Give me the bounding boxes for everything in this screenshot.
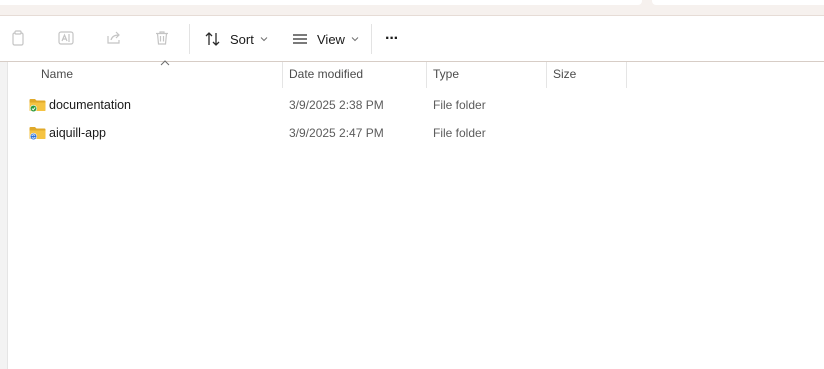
address-field[interactable] — [0, 0, 642, 5]
sort-ascending-icon — [160, 60, 170, 66]
file-type: File folder — [433, 98, 486, 112]
share-icon[interactable] — [104, 28, 124, 48]
file-date-modified: 3/9/2025 2:47 PM — [289, 126, 384, 140]
column-header-row: Name Date modified Type Size — [8, 60, 824, 88]
toolbar-divider — [189, 24, 190, 54]
search-field[interactable] — [652, 0, 824, 5]
more-icon: ··· — [385, 30, 399, 47]
chevron-down-icon — [351, 36, 359, 42]
sort-label: Sort — [230, 31, 254, 47]
file-date-modified: 3/9/2025 2:38 PM — [289, 98, 384, 112]
delete-icon[interactable] — [152, 28, 172, 48]
column-header-type[interactable]: Type — [433, 62, 459, 88]
address-bar-strip — [0, 0, 824, 16]
sort-button[interactable]: Sort — [204, 28, 268, 50]
column-header-name[interactable]: Name — [41, 62, 73, 88]
file-row[interactable]: aiquill-app 3/9/2025 2:47 PM File folder — [8, 119, 824, 147]
view-icon — [293, 34, 307, 44]
folder-syncing-icon — [29, 127, 46, 141]
file-row[interactable]: documentation 3/9/2025 2:38 PM File fold… — [8, 91, 824, 119]
copy-icon[interactable] — [8, 28, 28, 48]
column-resize-handle[interactable] — [282, 62, 283, 88]
more-options-button[interactable]: ··· — [385, 28, 399, 50]
sort-icon — [205, 32, 220, 46]
folder-synced-icon — [29, 99, 46, 113]
column-header-size[interactable]: Size — [553, 62, 576, 88]
chevron-down-icon — [260, 36, 268, 42]
column-header-date-modified[interactable]: Date modified — [289, 62, 363, 88]
column-resize-handle[interactable] — [626, 62, 627, 88]
navigation-pane-edge — [0, 62, 8, 369]
file-name[interactable]: documentation — [49, 91, 131, 119]
view-button[interactable]: View — [291, 28, 359, 50]
view-label: View — [317, 31, 345, 47]
command-bar: Sort View ··· — [0, 16, 824, 62]
toolbar-divider — [371, 24, 372, 54]
file-name[interactable]: aiquill-app — [49, 119, 106, 147]
column-resize-handle[interactable] — [426, 62, 427, 88]
file-type: File folder — [433, 126, 486, 140]
column-resize-handle[interactable] — [546, 62, 547, 88]
rename-icon[interactable] — [56, 28, 76, 48]
